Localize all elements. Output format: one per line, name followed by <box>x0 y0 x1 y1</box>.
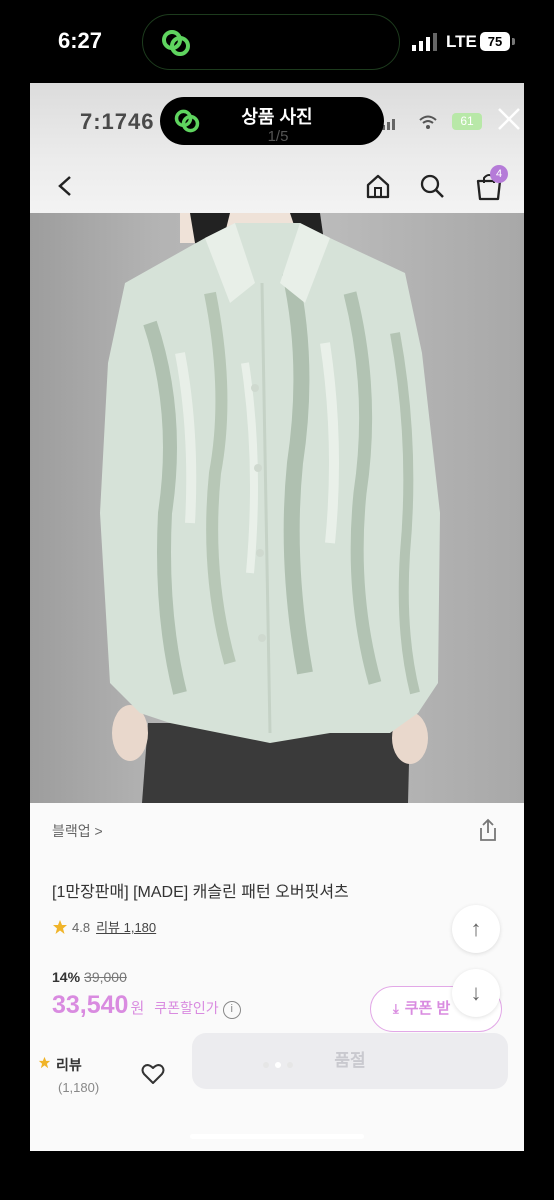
download-icon: ⤓ <box>393 1001 399 1016</box>
brand-link[interactable]: 블랙업 > <box>52 821 103 841</box>
close-icon[interactable] <box>494 103 524 135</box>
home-indicator[interactable] <box>190 1134 364 1139</box>
star-icon <box>53 920 67 934</box>
battery-tip <box>512 38 515 45</box>
page-dots <box>263 1062 293 1068</box>
arrow-up-icon: ↑ <box>470 916 482 941</box>
photo-counter: 1/5 <box>267 128 289 145</box>
coupon-price-label: 쿠폰할인가 <box>154 1000 219 1016</box>
review-tab-label: 리뷰 <box>56 1057 82 1073</box>
inner-header: 7:1746 61 상품 사진 1/5 4 <box>30 83 524 213</box>
discount-row: 14% 39,000 <box>52 969 127 985</box>
status-time: 6:27 <box>58 28 103 53</box>
heart-icon[interactable] <box>140 1061 166 1087</box>
dynamic-island[interactable] <box>142 14 400 70</box>
scroll-down-button[interactable]: ↓ <box>452 969 500 1017</box>
coupon-button-label: 쿠폰 받 <box>404 1000 451 1017</box>
battery-level: 75 <box>480 32 510 51</box>
product-title: [1만장판매] [MADE] 캐슬린 패턴 오버핏셔츠 <box>52 884 349 901</box>
scroll-up-button[interactable]: ↑ <box>452 905 500 953</box>
rating-value: 4.8 <box>72 920 91 935</box>
product-info: 블랙업 > [1만장판매] [MADE] 캐슬린 패턴 오버핏셔츠 4.8 리뷰 … <box>30 803 524 1151</box>
currency: 원 <box>130 1000 145 1017</box>
sale-price: 33,540 <box>52 991 129 1019</box>
original-price: 39,000 <box>84 969 127 985</box>
status-bar: 6:27 LTE 75 <box>0 0 554 84</box>
shirt-image <box>100 213 440 803</box>
discount-rate: 14% <box>52 969 81 985</box>
buy-button[interactable]: 품절 <box>192 1033 508 1089</box>
bottom-purchase-bar: 리뷰 (1,180) 품절 <box>30 1033 524 1151</box>
network-type: LTE <box>446 32 477 51</box>
signal-icon <box>412 33 437 51</box>
inner-battery-level: 61 <box>452 113 482 130</box>
link-icon <box>162 30 190 56</box>
rating-row: 4.8 리뷰 1,180 <box>52 917 156 937</box>
shop-nav-bar: 4 <box>30 165 524 213</box>
review-link[interactable]: 리뷰 1,180 <box>96 920 156 935</box>
product-photo[interactable] <box>30 213 524 803</box>
share-icon[interactable] <box>476 817 500 843</box>
info-icon[interactable]: i <box>222 1001 241 1019</box>
viewer-title: 상품 사진 <box>241 107 313 127</box>
back-icon[interactable] <box>52 171 80 201</box>
review-tab-count: (1,180) <box>58 1080 100 1095</box>
wifi-icon <box>419 115 437 129</box>
photo-viewer: 7:1746 61 상품 사진 1/5 4 블랙업 > [1만장판매] [MAD… <box>30 83 524 1151</box>
arrow-down-icon: ↓ <box>470 980 482 1005</box>
cart-count-badge: 4 <box>490 165 508 183</box>
home-icon[interactable] <box>364 171 392 201</box>
inner-status-time: 7:1746 <box>80 109 155 134</box>
price-row: 33,540 원 쿠폰할인가 i <box>52 991 241 1021</box>
search-icon[interactable] <box>418 171 446 201</box>
star-icon <box>38 1056 51 1069</box>
